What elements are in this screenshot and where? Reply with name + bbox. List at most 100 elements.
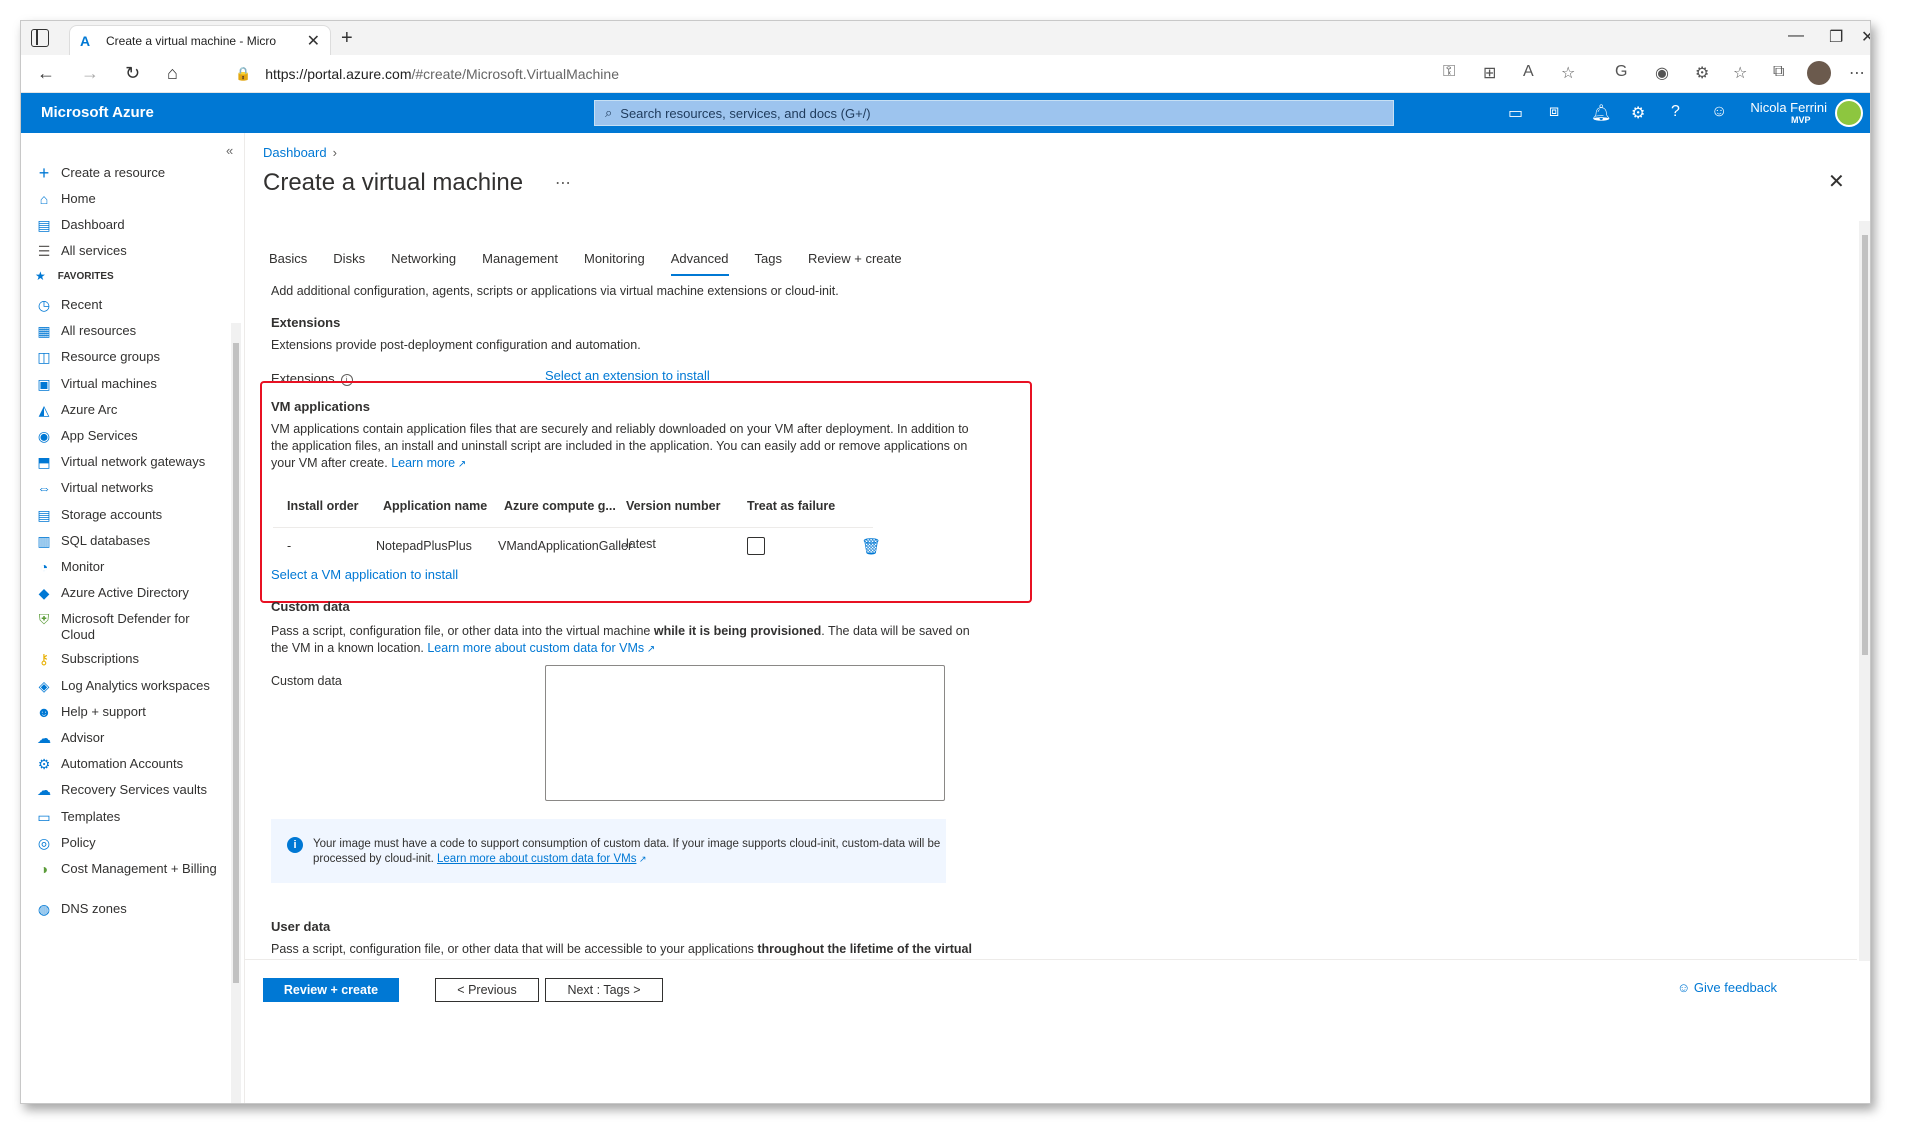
select-vm-app-link[interactable]: Select a VM application to install [271, 567, 458, 582]
close-tab-icon[interactable]: ✕ [307, 31, 320, 51]
minimize-icon[interactable]: — [1788, 27, 1804, 45]
nav-scroll-thumb[interactable] [233, 343, 239, 983]
content-scrollbar[interactable] [1859, 221, 1870, 961]
forward-icon[interactable]: → [81, 63, 99, 84]
col-treat-as-failure: Treat as failure [747, 499, 836, 513]
new-tab-icon[interactable]: + [341, 27, 353, 50]
tab-review-create[interactable]: Review + create [808, 251, 902, 276]
refresh-icon[interactable]: ↻ [125, 63, 140, 84]
tab-management[interactable]: Management [482, 251, 558, 276]
sidebar-item-virtual-networks[interactable]: ⇔ Virtual networks [35, 480, 225, 496]
settings-gear-icon[interactable]: ⚙ [1631, 103, 1645, 123]
review-create-button[interactable]: Review + create [263, 978, 399, 1002]
lock-icon[interactable]: 🔒 [235, 66, 251, 82]
content-scroll-thumb[interactable] [1862, 235, 1868, 655]
restore-icon[interactable]: ❐ [1829, 27, 1843, 47]
browser-tabstrip: A Create a virtual machine - Micro ✕ + —… [21, 21, 1870, 55]
search-input[interactable]: ⌕ Search resources, services, and docs (… [594, 100, 1394, 126]
breadcrumb-dashboard[interactable]: Dashboard [263, 145, 327, 160]
sidebar-item-microsoft-defender-for-cloud[interactable]: ⛨ Microsoft Defender for Cloud [35, 611, 225, 643]
cloud-shell-icon[interactable]: ▭ [1508, 103, 1523, 123]
directory-filter-icon[interactable]: ⧈ [1549, 103, 1559, 121]
custom-data-info-bar: i Your image must have a code to support… [271, 819, 946, 883]
sidebar-item-advisor[interactable]: ☁ Advisor [35, 730, 225, 746]
treat-as-failure-checkbox[interactable] [747, 537, 765, 555]
sidebar-item-help-support[interactable]: ☻ Help + support [35, 704, 225, 720]
apps-icon[interactable]: ⊞ [1483, 63, 1496, 83]
sidebar-item-recent[interactable]: ◷ Recent [35, 297, 225, 313]
browser-tab-title: Create a virtual machine - Micro [106, 33, 277, 48]
sidebar-item-sql-databases[interactable]: ▥ SQL databases [35, 533, 225, 549]
nav-create-resource[interactable]: + Create a resource [35, 164, 225, 182]
sidebar-item-virtual-network-gateways[interactable]: ⬒ Virtual network gateways [35, 454, 225, 470]
trash-icon[interactable]: 🗑︎ [861, 537, 881, 557]
url-field[interactable]: 🔒 https://portal.azure.com/#create/Micro… [221, 60, 1431, 88]
sidebar-item-recovery-services-vaults[interactable]: ☁ Recovery Services vaults [35, 782, 225, 798]
sidebar-item-app-services[interactable]: ◉ App Services [35, 428, 225, 444]
sidebar-item-templates[interactable]: ▭ Templates [35, 809, 225, 825]
favorites-icon[interactable]: ☆ [1733, 63, 1747, 83]
sidebar-item-azure-active-directory[interactable]: ◆ Azure Active Directory [35, 585, 225, 601]
sidebar-item-storage-accounts[interactable]: ▤ Storage accounts [35, 507, 225, 523]
sidebar-item-azure-arc[interactable]: ◭ Azure Arc [35, 402, 225, 418]
more-actions-icon[interactable]: ⋯ [555, 173, 571, 193]
home-icon[interactable]: ⌂ [167, 63, 178, 84]
read-aloud-icon[interactable]: A [1523, 63, 1534, 81]
sidebar-item-resource-groups[interactable]: ◫ Resource groups [35, 349, 225, 365]
sidebar-item-monitor[interactable]: ◔ Monitor [35, 559, 225, 575]
user-avatar[interactable] [1835, 99, 1863, 127]
nav-home[interactable]: ⌂ Home [35, 191, 225, 207]
gauge-icon: ◔ [39, 559, 49, 575]
close-icon[interactable]: ✕ [1828, 169, 1845, 194]
extension-a-icon[interactable]: ◉ [1655, 63, 1669, 83]
previous-button[interactable]: < Previous [435, 978, 539, 1002]
sidebar-item-log-analytics-workspaces[interactable]: ◈ Log Analytics workspaces [35, 678, 225, 694]
key-icon[interactable]: ⚿ [1443, 63, 1455, 81]
tab-actions-icon[interactable] [31, 29, 49, 47]
extensions-icon[interactable]: ⚙ [1695, 63, 1709, 83]
sidebar-item-all-resources[interactable]: ▦ All resources [35, 323, 225, 339]
portal-brand[interactable]: Microsoft Azure [41, 104, 154, 121]
tab-disks[interactable]: Disks [333, 251, 365, 276]
template-icon: ▭ [37, 808, 51, 825]
vm-apps-desc-3: your VM after create. Learn more ↗ [271, 455, 466, 473]
favorite-add-icon[interactable]: ☆ [1561, 63, 1575, 83]
tab-tags[interactable]: Tags [755, 251, 782, 276]
custom-data-learn-more[interactable]: Learn more about custom data for VMs [427, 641, 644, 655]
collections-icon[interactable]: ⧉ [1773, 63, 1784, 81]
person-icon: ☻ [36, 703, 52, 720]
sidebar-item-policy[interactable]: ◎ Policy [35, 835, 225, 851]
sidebar-item-cost-management-billing[interactable]: ◑ Cost Management + Billing [35, 861, 225, 877]
back-icon[interactable]: ← [37, 63, 55, 84]
next-tags-button[interactable]: Next : Tags > [545, 978, 663, 1002]
help-icon[interactable]: ? [1671, 103, 1680, 121]
tab-advanced[interactable]: Advanced [670, 251, 729, 276]
browser-profile-avatar[interactable] [1807, 61, 1831, 85]
tab-networking[interactable]: Networking [391, 251, 456, 276]
sidebar-item-label: Recovery Services vaults [61, 782, 207, 798]
sidebar-item-dns-zones[interactable]: ◍ DNS zones [35, 901, 225, 917]
custom-data-textarea[interactable] [545, 665, 945, 801]
sidebar-item-virtual-machines[interactable]: ▣ Virtual machines [35, 376, 225, 392]
browser-tab[interactable]: A Create a virtual machine - Micro ✕ [69, 25, 331, 55]
info-text-2-text: processed by cloud-init. [313, 853, 438, 865]
bell-icon[interactable]: 🔔︎ [1591, 103, 1611, 123]
sidebar-item-label: Recent [61, 297, 103, 312]
tab-basics[interactable]: Basics [269, 251, 307, 276]
give-feedback-link[interactable]: ☺ Give feedback [1677, 980, 1777, 995]
user-name[interactable]: Nicola Ferrini [1749, 100, 1827, 115]
close-window-icon[interactable]: ✕ [1861, 27, 1870, 47]
info-learn-more-link[interactable]: Learn more about custom data for VMs [437, 853, 636, 865]
vm-apps-learn-more[interactable]: Learn more [391, 456, 455, 470]
cell-version[interactable]: latest [626, 537, 656, 551]
collapse-nav-icon[interactable]: « [226, 143, 233, 158]
feedback-icon[interactable]: ☺ [1711, 103, 1727, 121]
sidebar-item-subscriptions[interactable]: ⚷ Subscriptions [35, 651, 225, 667]
more-icon[interactable]: ⋯ [1849, 63, 1865, 83]
extension-g-icon[interactable]: G [1615, 63, 1627, 81]
nav-scrollbar[interactable] [231, 323, 241, 1103]
nav-dashboard[interactable]: ▤ Dashboard [35, 217, 225, 233]
sidebar-item-automation-accounts[interactable]: ⚙ Automation Accounts [35, 756, 225, 772]
tab-monitoring[interactable]: Monitoring [584, 251, 645, 276]
nav-all-services[interactable]: ☰ All services [35, 243, 225, 259]
